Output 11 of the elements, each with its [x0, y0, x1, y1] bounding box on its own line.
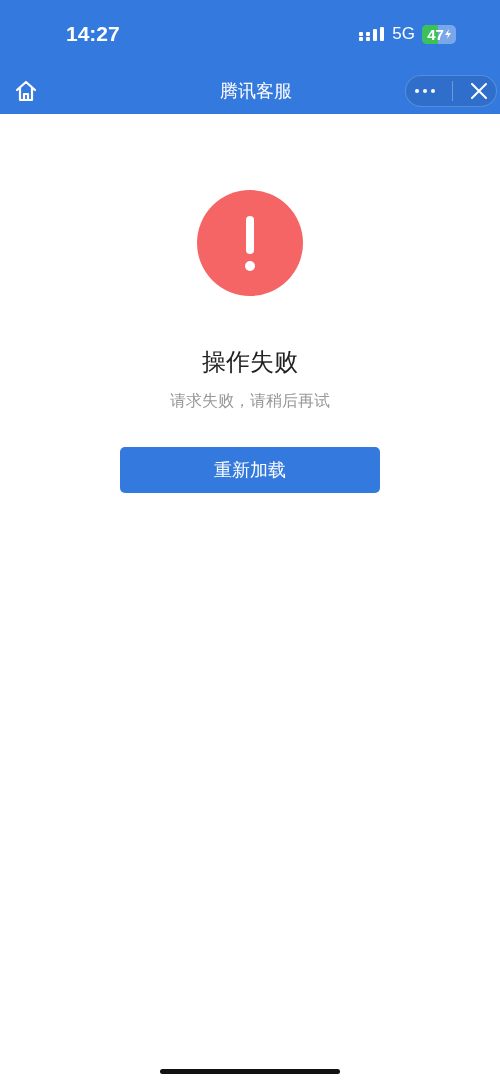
page-title: 腾讯客服: [219, 79, 292, 103]
network-label: 5G: [392, 24, 415, 44]
more-icon[interactable]: [414, 89, 435, 93]
close-icon[interactable]: [471, 83, 488, 99]
status-time: 14:27: [66, 22, 120, 46]
signal-icon: [359, 27, 386, 41]
error-message: 请求失败，请稍后再试: [170, 391, 330, 412]
reload-button[interactable]: 重新加载: [120, 447, 380, 493]
error-icon: [197, 190, 303, 296]
home-icon[interactable]: [14, 79, 38, 103]
error-title: 操作失败: [202, 347, 298, 378]
